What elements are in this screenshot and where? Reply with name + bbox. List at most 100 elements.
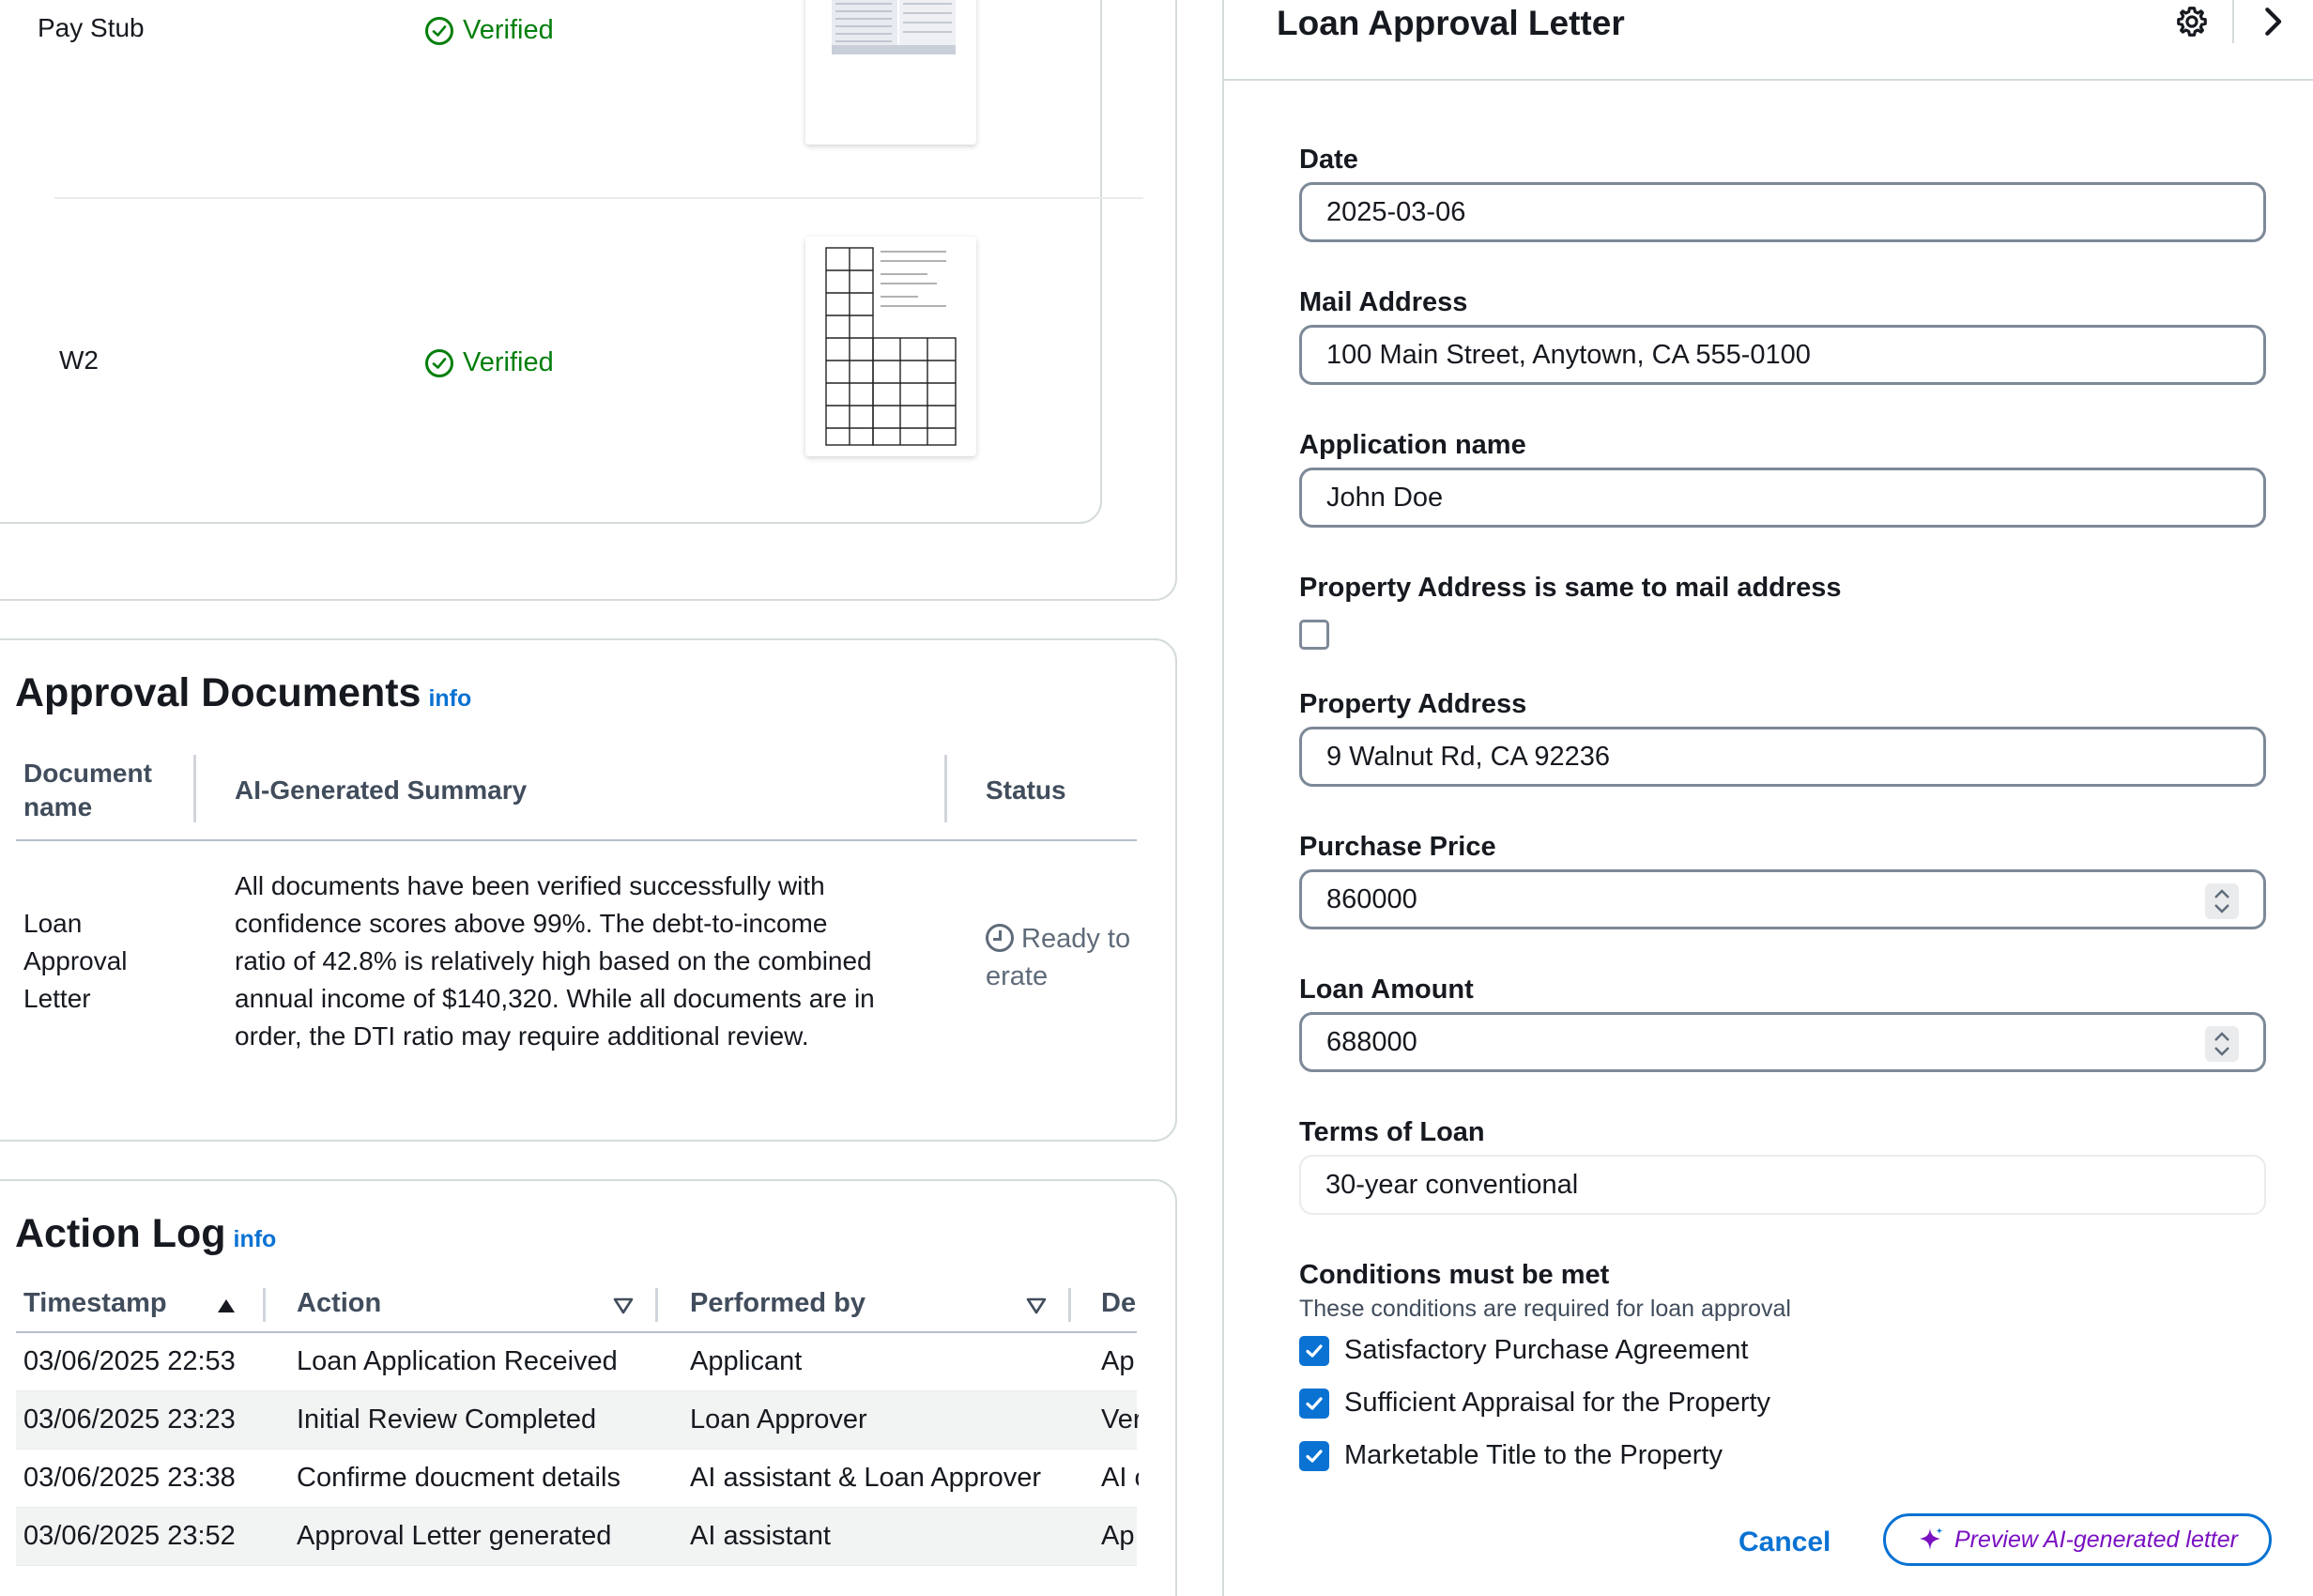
cell-details-clip: Ver	[1101, 1391, 1139, 1449]
column-header-performed-by[interactable]: Performed by	[690, 1288, 865, 1319]
preview-ai-letter-button[interactable]: Preview AI-generated letter	[1883, 1513, 2272, 1566]
cell-details: Ap	[1101, 1346, 1135, 1376]
field-label: Property Address is same to mail address	[1299, 573, 1842, 603]
check-circle-icon	[425, 16, 453, 45]
column-header-timestamp[interactable]: Timestamp	[23, 1288, 167, 1319]
field-label: Property Address	[1299, 689, 1527, 719]
condition-item[interactable]: Satisfactory Purchase Agreement	[1299, 1335, 1748, 1366]
condition-item[interactable]: Marketable Title to the Property	[1299, 1440, 1723, 1471]
status-text: Verified	[463, 347, 554, 377]
cell-performed-by: Loan Approver	[690, 1404, 867, 1435]
sort-ascending-icon[interactable]	[216, 1297, 237, 1314]
checkbox-checked-icon[interactable]	[1299, 1388, 1329, 1419]
status-line: Ready to	[1021, 924, 1131, 954]
pay-stub-thumbnail[interactable]	[805, 0, 976, 145]
field-label: Loan Amount	[1299, 974, 1474, 1005]
terms-of-loan-input[interactable]: 30-year conventional	[1299, 1155, 2266, 1215]
status-line: erate	[986, 961, 1049, 991]
row-divider	[54, 197, 1143, 199]
filter-caret-icon[interactable]	[613, 1297, 634, 1314]
column-header-details[interactable]: De	[1101, 1288, 1136, 1319]
summary-line: ratio of 42.8% is relatively high based …	[235, 946, 872, 975]
cell-action: Loan Application Received	[297, 1346, 618, 1376]
same-address-checkbox[interactable]	[1299, 620, 1329, 650]
action-log-table: Timestamp Action Performed by De 03/06/2…	[16, 1284, 1139, 1566]
field-label: Date	[1299, 145, 1358, 175]
cell-details: Ver	[1101, 1404, 1139, 1435]
column-resizer[interactable]	[1068, 1288, 1071, 1322]
cell-action: Initial Review Completed	[297, 1404, 597, 1435]
w2-thumbnail[interactable]	[805, 237, 976, 456]
cell-details-clip: Ap	[1101, 1508, 1139, 1565]
property-address-input[interactable]: 9 Walnut Rd, CA 92236	[1299, 727, 2266, 787]
filter-caret-icon[interactable]	[1026, 1297, 1047, 1314]
cell-performed-by: AI assistant	[690, 1521, 831, 1551]
date-field: Date 2025-03-06	[1299, 145, 2270, 242]
sparkle-icon	[1919, 1527, 1943, 1550]
condition-label: Marketable Title to the Property	[1344, 1440, 1723, 1470]
cell-details: Ap	[1101, 1521, 1135, 1551]
cancel-button[interactable]: Cancel	[1739, 1527, 1830, 1558]
cell-timestamp: 03/06/2025 23:52	[23, 1521, 236, 1551]
approval-table-header: Document name AI-Generated Summary Statu…	[16, 755, 1137, 841]
mail-address-input[interactable]: 100 Main Street, Anytown, CA 555-0100	[1299, 325, 2266, 385]
stepper-icon[interactable]	[2205, 1026, 2239, 1062]
condition-item[interactable]: Sufficient Appraisal for the Property	[1299, 1388, 1770, 1419]
header-divider	[2232, 0, 2234, 43]
loan-amount-field: Loan Amount 688000	[1299, 974, 2270, 1072]
purchase-price-input[interactable]: 860000	[1299, 869, 2266, 929]
conditions-description: These conditions are required for loan a…	[1299, 1296, 1791, 1322]
document-name: Pay Stub	[38, 13, 145, 42]
column-resizer[interactable]	[263, 1288, 266, 1322]
approval-row-status: Ready to erate	[986, 920, 1155, 995]
column-header-status[interactable]: Status	[986, 774, 1066, 807]
column-header-document-name[interactable]: Document name	[23, 757, 152, 824]
column-resizer[interactable]	[944, 755, 947, 822]
summary-line: annual income of $140,320. While all doc…	[235, 984, 875, 1013]
cell-timestamp: 03/06/2025 23:23	[23, 1404, 236, 1435]
mail-address-field: Mail Address 100 Main Street, Anytown, C…	[1299, 287, 2270, 385]
preview-button-label: Preview AI-generated letter	[1953, 1526, 2238, 1553]
field-label: Application name	[1299, 430, 1526, 460]
approval-row-document-name[interactable]: Loan Approval Letter	[23, 905, 128, 1018]
chevron-right-icon[interactable]	[2259, 6, 2287, 38]
stepper-icon[interactable]	[2205, 883, 2239, 919]
column-resizer[interactable]	[193, 755, 196, 822]
panel-header: Loan Approval Letter	[1224, 0, 2313, 81]
field-label: Conditions must be met	[1299, 1260, 1610, 1290]
clock-icon	[986, 924, 1014, 952]
checkbox-checked-icon[interactable]	[1299, 1335, 1329, 1366]
column-header-action[interactable]: Action	[297, 1288, 381, 1319]
documents-card	[0, 0, 1177, 601]
table-row[interactable]: 03/06/2025 23:52 Approval Letter generat…	[16, 1508, 1137, 1566]
conditions-field: Conditions must be met	[1299, 1260, 2270, 1297]
info-link[interactable]: info	[234, 1226, 277, 1252]
panel-title: Loan Approval Letter	[1277, 4, 1625, 42]
status-text: Verified	[463, 15, 554, 45]
loan-amount-input[interactable]: 688000	[1299, 1012, 2266, 1072]
application-name-input[interactable]: John Doe	[1299, 468, 2266, 528]
date-input[interactable]: 2025-03-06	[1299, 182, 2266, 242]
same-address-field: Property Address is same to mail address	[1299, 573, 2270, 610]
status-badge: Verified	[425, 347, 554, 378]
cell-details-clip: Ap	[1101, 1333, 1139, 1390]
summary-line: order, the DTI ratio may require additio…	[235, 1021, 809, 1051]
table-row[interactable]: 03/06/2025 23:38 Confirme doucment detai…	[16, 1450, 1139, 1508]
checkbox-checked-icon[interactable]	[1299, 1440, 1329, 1471]
table-row[interactable]: 03/06/2025 22:53 Loan Application Receiv…	[16, 1333, 1137, 1391]
column-header-ai-summary[interactable]: AI-Generated Summary	[235, 774, 527, 807]
table-row[interactable]: 03/06/2025 23:23 Initial Review Complete…	[16, 1391, 1139, 1450]
info-link[interactable]: info	[428, 685, 471, 712]
terms-of-loan-field: Terms of Loan 30-year conventional	[1299, 1117, 2270, 1215]
cell-action: Approval Letter generated	[297, 1521, 612, 1551]
summary-line: All documents have been verified success…	[235, 871, 825, 900]
section-title: Approval Documents	[15, 670, 421, 715]
column-header-details-clip: De	[1101, 1284, 1139, 1331]
cell-action: Confirme doucment details	[297, 1463, 620, 1493]
purchase-price-field: Purchase Price 860000	[1299, 832, 2270, 929]
gear-icon[interactable]	[2174, 4, 2210, 39]
loan-approval-panel: Loan Approval Letter Date 2025-03-06 Mai…	[1224, 0, 2313, 1596]
column-resizer[interactable]	[655, 1288, 658, 1322]
approval-documents-heading: Approval Documents info	[15, 670, 471, 716]
cell-timestamp: 03/06/2025 22:53	[23, 1346, 236, 1376]
